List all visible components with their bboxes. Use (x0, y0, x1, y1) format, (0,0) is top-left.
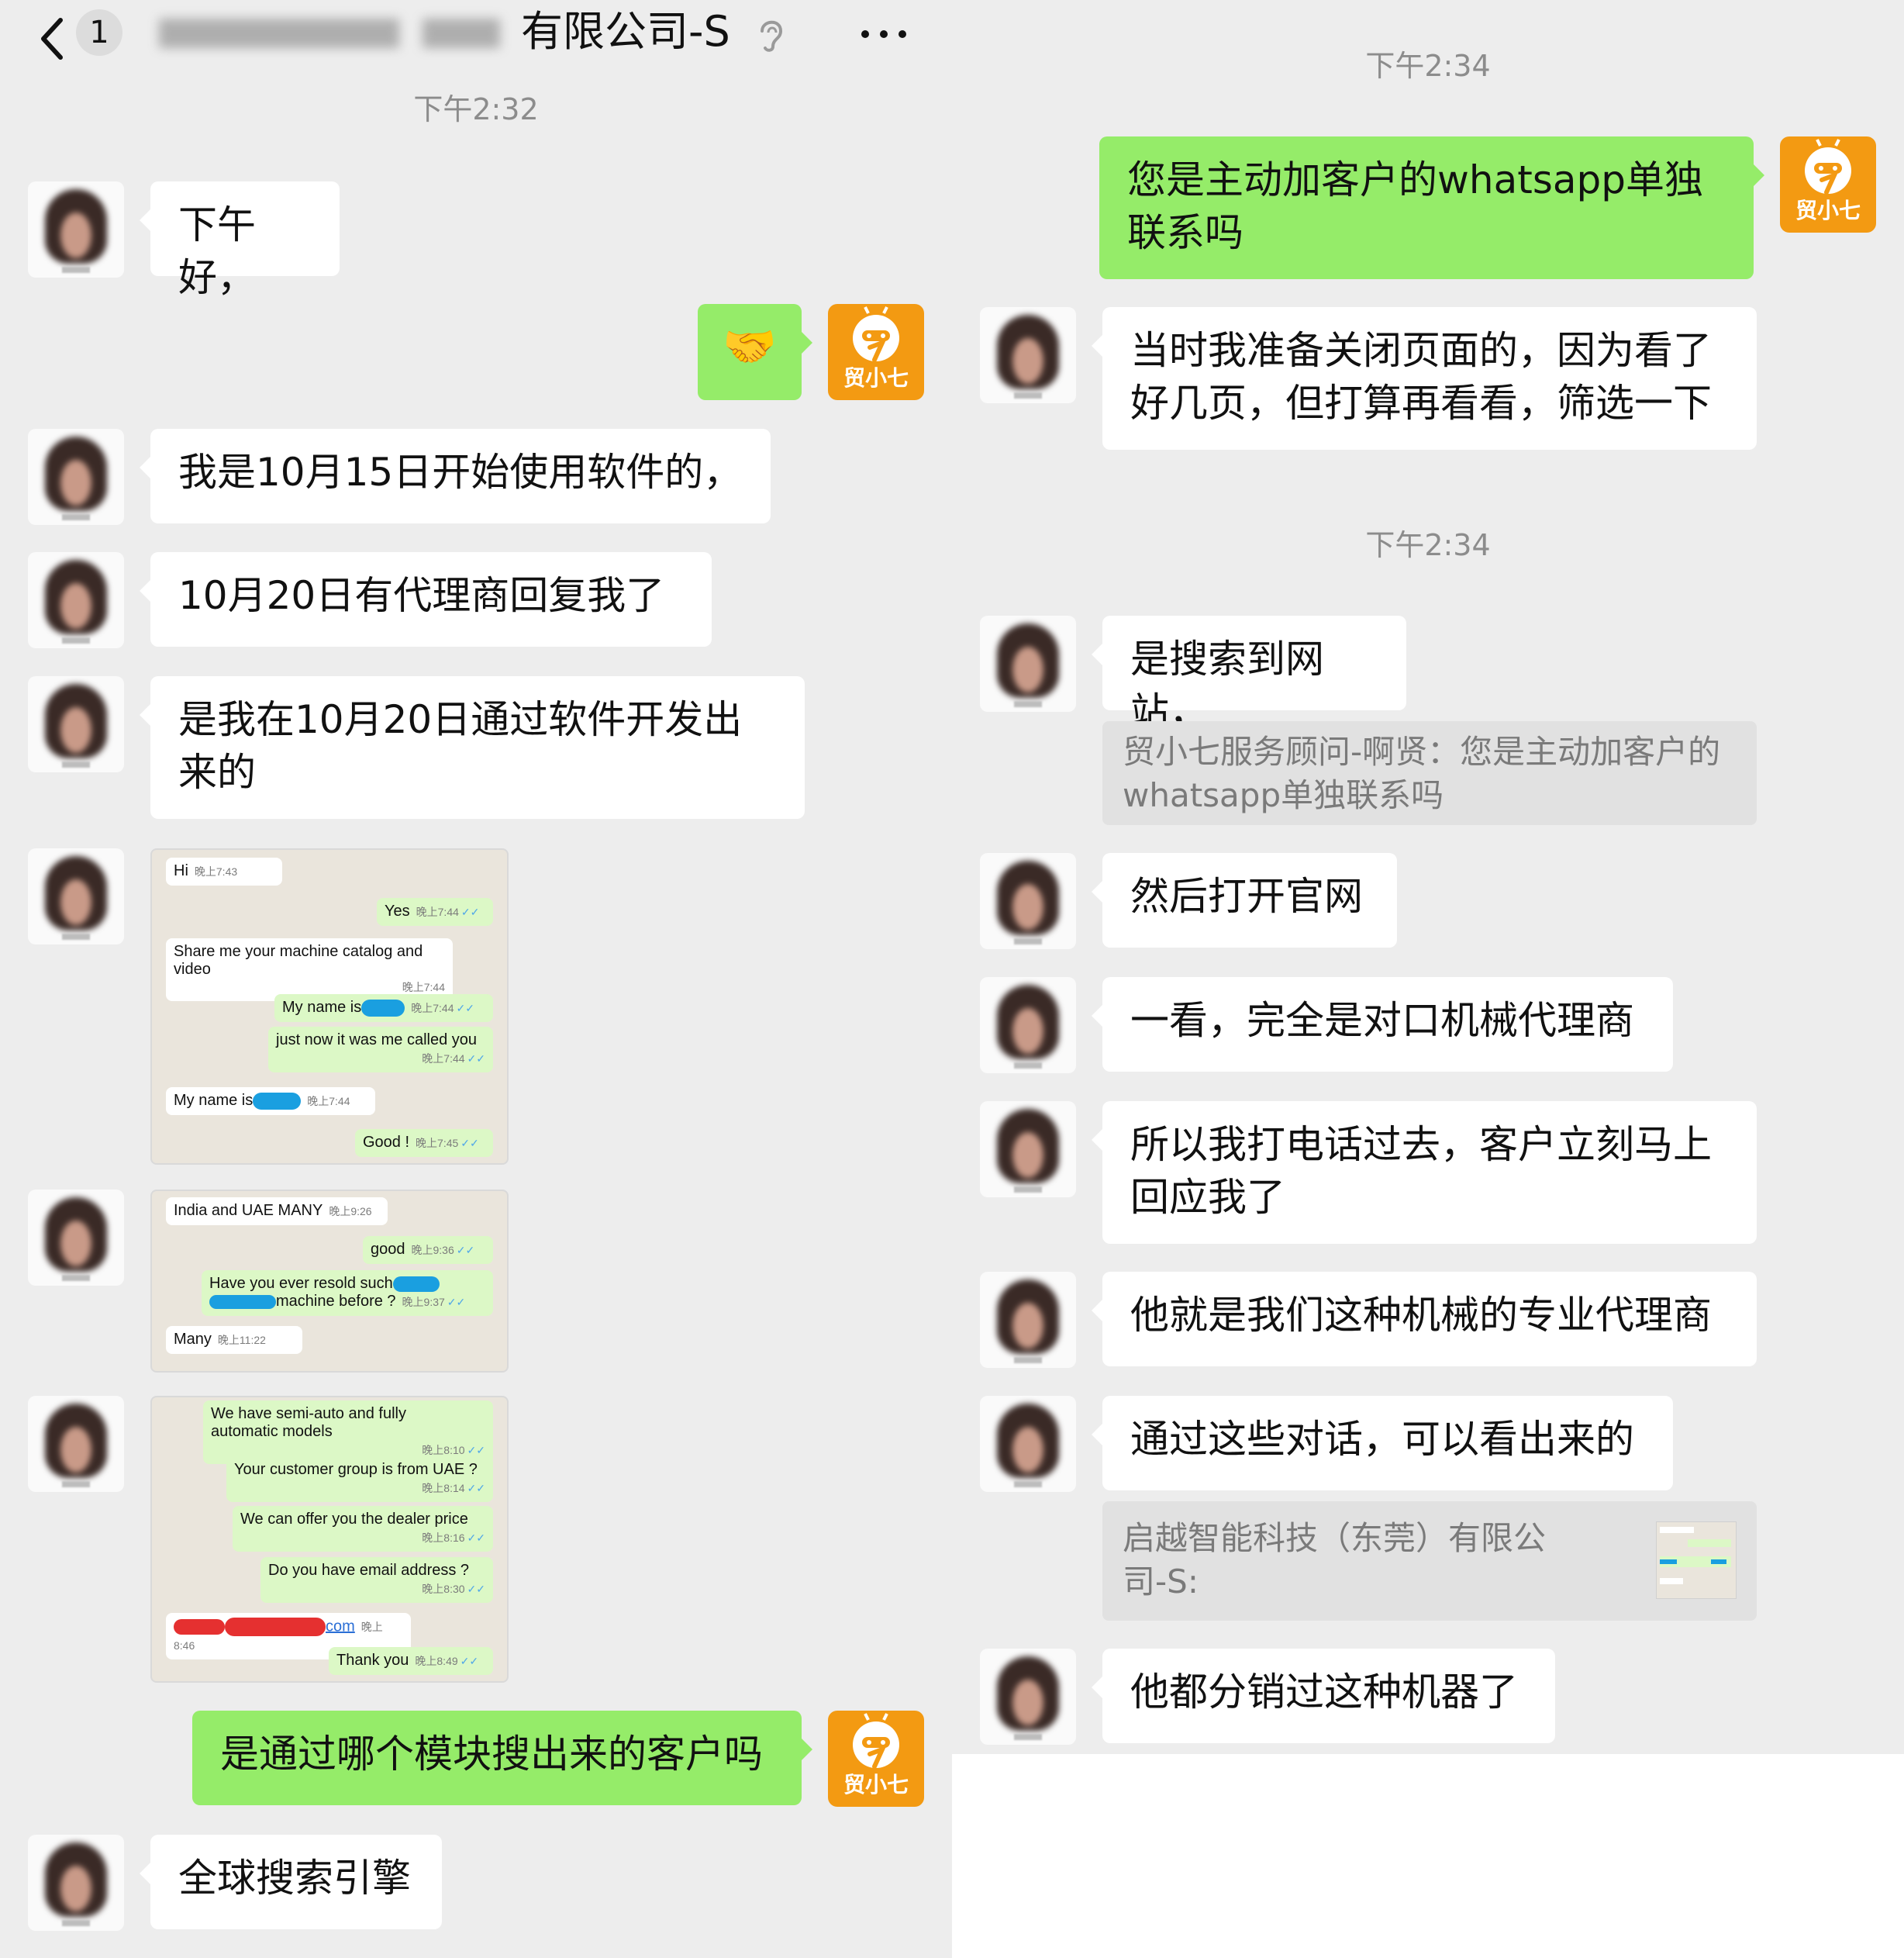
message-line: 是我在10月20日通过软件开发出 (178, 697, 743, 742)
message-bubble[interactable]: 下午好， (140, 181, 340, 300)
blurred-contact-name (159, 11, 500, 54)
timestamp: 下午2:34 (1365, 49, 1491, 83)
message-bubble[interactable]: 全球搜索引擎 (140, 1835, 442, 1929)
bot-avatar[interactable]: 贸小七 (828, 1711, 924, 1807)
wa-message: Your customer group is from UAE ? 晚上8:14 ✓… (226, 1456, 493, 1502)
message-line: 来的 (178, 750, 256, 795)
quoted-reply[interactable]: 启越智能科技（东莞）有限公 司-S: (1102, 1501, 1757, 1621)
contact-avatar[interactable] (28, 1835, 124, 1931)
timestamp: 下午2:32 (413, 92, 539, 126)
quote-line: 司-S: (1123, 1563, 1199, 1601)
chat-title: 有限公司-S (521, 7, 730, 56)
message-line: 您是主动加客户的whatsapp单独 (1127, 157, 1703, 202)
message-bubble[interactable]: 他就是我们这种机械的专业代理商 (1092, 1272, 1757, 1366)
quote-line: whatsapp单独联系吗 (1123, 776, 1444, 814)
bot-avatar[interactable]: 贸小七 (1780, 136, 1876, 233)
wa-message: Hi 晚上7:43 (166, 858, 282, 886)
message-line: 好几页，但打算再看看，筛选一下 (1130, 381, 1712, 426)
message-bubble[interactable]: 一看，完全是对口机械代理商 (1092, 977, 1673, 1072)
message-bubble[interactable]: 他都分销过这种机器了 (1092, 1649, 1555, 1743)
bot-avatar[interactable]: 贸小七 (828, 304, 924, 400)
bot-label: 贸小七 (843, 1772, 909, 1797)
quote-line: 启越智能科技（东莞）有限公 (1123, 1519, 1547, 1557)
message-bubble[interactable]: 是我在10月20日通过软件开发出 来的 (140, 676, 805, 819)
wa-message: My name is 晚上7:44 ✓✓ (274, 994, 493, 1022)
wa-message: Do you have email address ? 晚上8:30 ✓✓ (260, 1557, 493, 1603)
message-line: 当时我准备关闭页面的，因为看了 (1130, 328, 1712, 373)
contact-avatar[interactable] (980, 1101, 1076, 1197)
wa-message: Thank you 晚上8:49 ✓✓ (329, 1647, 493, 1675)
message-bubble[interactable]: 当时我准备关闭页面的，因为看了 好几页，但打算再看看，筛选一下 (1092, 307, 1757, 450)
chat-header: 1 有限公司-S (0, 0, 952, 92)
contact-avatar[interactable] (980, 853, 1076, 949)
message-bubble[interactable]: 通过这些对话，可以看出来的 (1092, 1396, 1673, 1490)
contact-avatar[interactable] (28, 1396, 124, 1492)
wa-message: Many 晚上11:22 (166, 1326, 302, 1354)
left-chat-panel: 1 有限公司-S 下午2:32 下午好， 🤝 贸小七 我是10月15日开始使用软… (0, 0, 952, 1958)
quoted-reply[interactable]: 贸小七服务顾问-啊贤：您是主动加客户的 whatsapp单独联系吗 (1102, 721, 1757, 825)
bot-label: 贸小七 (1795, 198, 1861, 223)
my-message-bubble[interactable]: 是通过哪个模块搜出来的客户吗 (192, 1711, 812, 1805)
message-bubble[interactable]: 是搜索到网站， (1092, 616, 1406, 734)
my-message-bubble[interactable]: 您是主动加客户的whatsapp单独 联系吗 (1099, 136, 1764, 279)
contact-avatar[interactable] (980, 977, 1076, 1073)
contact-avatar[interactable] (980, 1396, 1076, 1492)
message-bubble[interactable]: 然后打开官网 (1092, 853, 1397, 948)
contact-avatar[interactable] (28, 1190, 124, 1286)
whatsapp-screenshot-image[interactable]: We have semi-auto and fully automatic mod… (150, 1396, 509, 1683)
right-chat-panel: 下午2:34 您是主动加客户的whatsapp单独 联系吗 贸小七 当时我准备关… (952, 0, 1904, 1754)
whatsapp-screenshot-image[interactable]: Hi 晚上7:43 Yes 晚上7:44 ✓✓ Share me your machi… (150, 848, 509, 1165)
quoted-image-thumbnail (1656, 1521, 1737, 1599)
contact-avatar[interactable] (980, 616, 1076, 712)
ear-icon (761, 20, 783, 52)
contact-avatar[interactable] (28, 429, 124, 525)
quote-line: 贸小七服务顾问-啊贤：您是主动加客户的 (1123, 733, 1721, 771)
message-bubble[interactable]: 我是10月15日开始使用软件的， (140, 429, 771, 523)
wa-message: Have you ever resold such machine before … (202, 1270, 493, 1316)
message-line: 回应我了 (1130, 1175, 1285, 1220)
timestamp: 下午2:34 (1365, 528, 1491, 562)
wa-message: We have semi-auto and fully automatic mod… (203, 1400, 493, 1464)
message-bubble[interactable]: 所以我打电话过去，客户立刻马上 回应我了 (1092, 1101, 1757, 1244)
wa-message: India and UAE MANY 晚上9:26 (166, 1197, 388, 1225)
bot-label: 贸小七 (843, 365, 909, 391)
wa-message: just now it was me called you 晚上7:44 ✓✓ (268, 1027, 493, 1072)
message-bubble[interactable]: 10月20日有代理商回复我了 (140, 552, 712, 647)
wa-message: good 晚上9:36 ✓✓ (363, 1236, 493, 1264)
contact-avatar[interactable] (28, 181, 124, 278)
contact-avatar[interactable] (28, 552, 124, 648)
my-message-bubble[interactable]: 🤝 (698, 304, 812, 400)
unread-count-badge[interactable]: 1 (76, 9, 122, 56)
wa-message: We can offer you the dealer price 晚上8:16 ✓… (233, 1506, 493, 1552)
wa-message: Yes 晚上7:44 ✓✓ (377, 898, 493, 926)
wa-message: Share me your machine catalog and video 晚上… (166, 938, 453, 1001)
contact-avatar[interactable] (28, 848, 124, 944)
wa-message: My name is 晚上7:44 (166, 1087, 375, 1115)
whatsapp-screenshot-image[interactable]: India and UAE MANY 晚上9:26 good 晚上9:36 ✓✓ Ha… (150, 1190, 509, 1373)
contact-avatar[interactable] (980, 1649, 1076, 1745)
more-dots-icon[interactable] (859, 20, 909, 48)
message-line: 联系吗 (1127, 210, 1243, 255)
contact-avatar[interactable] (28, 676, 124, 772)
chevron-left-icon[interactable] (34, 14, 73, 64)
message-line: 所以我打电话过去，客户立刻马上 (1130, 1122, 1712, 1167)
contact-avatar[interactable] (980, 307, 1076, 403)
contact-avatar[interactable] (980, 1272, 1076, 1368)
wa-message: Good ! 晚上7:45 ✓✓ (355, 1129, 493, 1157)
